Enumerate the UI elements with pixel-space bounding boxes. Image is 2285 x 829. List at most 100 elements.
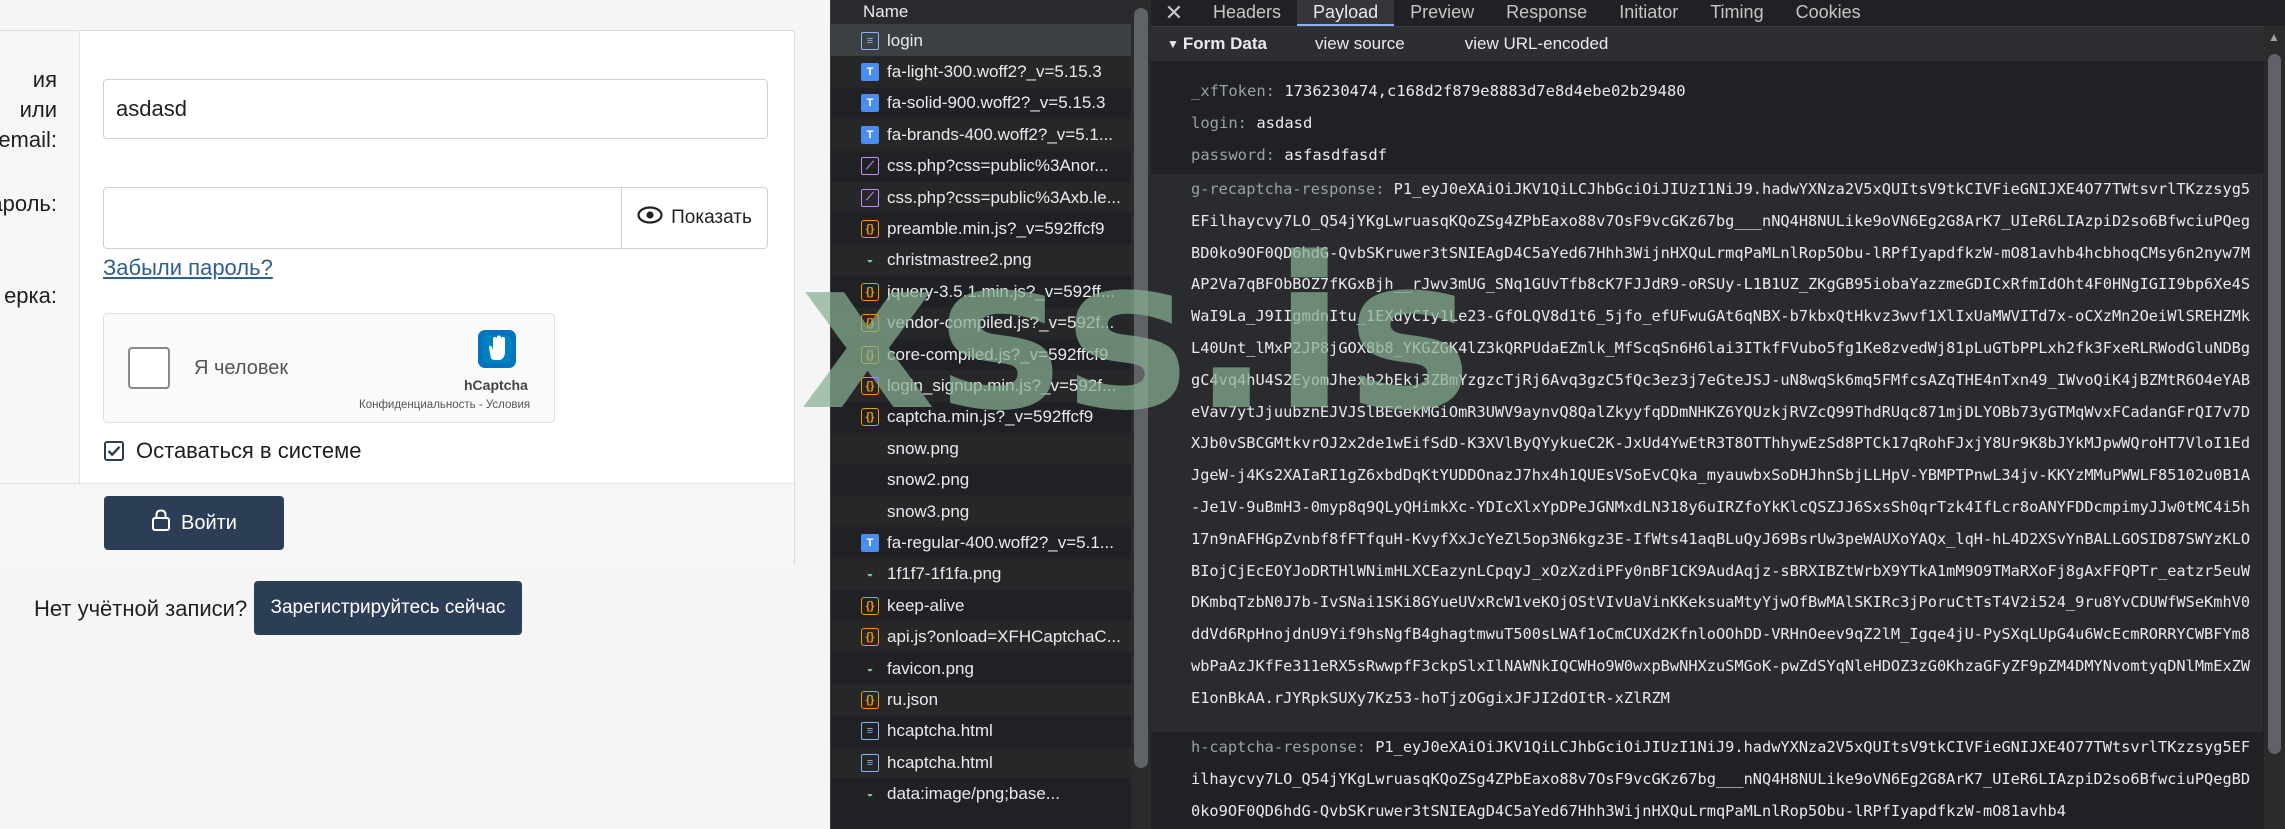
tab-response[interactable]: Response — [1490, 0, 1603, 26]
field-value: asfasdfasdf — [1284, 146, 1387, 164]
payload-scrollbar[interactable]: ▲ — [2264, 26, 2285, 829]
login-button-label: Войти — [181, 511, 237, 534]
request-row[interactable]: {} ru.json — [831, 684, 1131, 716]
password-input[interactable] — [104, 188, 648, 248]
captcha-label: ерка: — [4, 283, 57, 308]
tab-initiator[interactable]: Initiator — [1603, 0, 1694, 26]
request-name: fa-solid-900.woff2?_v=5.15.3 — [887, 93, 1106, 113]
request-row[interactable]: Tfa-brands-400.woff2?_v=5.1... — [831, 119, 1131, 151]
request-row[interactable]: ≡ hcaptcha.html — [831, 716, 1131, 747]
blank-icon — [861, 471, 879, 489]
request-row[interactable]: ≡ hcaptcha.html — [831, 746, 1131, 779]
request-row[interactable]: Tfa-solid-900.woff2?_v=5.15.3 — [831, 88, 1131, 119]
form-data-header[interactable]: ▼ Form Data view source view URL-encoded — [1151, 27, 2285, 61]
remember-me-checkbox[interactable]: Оставаться в системе — [104, 438, 361, 464]
request-list-scrollbar[interactable] — [1131, 0, 1151, 829]
request-name: hcaptcha.html — [887, 752, 993, 772]
request-row[interactable]: {} captcha.min.js?_v=592ffcf9 — [831, 402, 1131, 433]
request-name: ru.json — [887, 689, 939, 709]
request-name: hcaptcha.html — [887, 721, 993, 741]
tab-payload[interactable]: Payload — [1297, 0, 1395, 26]
scrollbar-thumb[interactable] — [2268, 54, 2281, 754]
form-data-title: Form Data — [1182, 34, 1267, 53]
request-name: fa-brands-400.woff2?_v=5.1... — [887, 124, 1114, 144]
field-key: login: — [1191, 114, 1247, 132]
request-row[interactable]: {} api.js?onload=XFHCaptchaC... — [831, 621, 1131, 653]
blank-icon — [861, 440, 879, 458]
hcaptcha-brand: hCaptcha — [464, 377, 528, 393]
close-icon[interactable]: ✕ — [1151, 0, 1197, 26]
forgot-password-link[interactable]: Забыли пароль? — [103, 253, 273, 283]
request-row[interactable]: ◒ 1f1f7-1f1fa.png — [831, 558, 1131, 591]
request-name: christmastree2.png — [887, 250, 1032, 270]
script-icon: {} — [861, 282, 879, 301]
form-field-login: login: asdasd — [1191, 108, 1312, 140]
tab-timing[interactable]: Timing — [1694, 0, 1779, 26]
script-icon: {} — [861, 314, 879, 333]
font-icon: T — [861, 63, 879, 82]
request-name: vendor-compiled.js?_v=592f... — [887, 313, 1115, 333]
request-name: fa-regular-400.woff2?_v=5.1... — [887, 532, 1114, 552]
network-request-list: Name ≡ login Tfa-light-300.woff2?_v=5.15.3… — [830, 0, 1131, 829]
script-icon: {} — [861, 596, 879, 615]
request-row[interactable]: {} login_signup.min.js?_v=592f... — [831, 370, 1131, 402]
name-column-header[interactable]: Name — [831, 0, 1131, 25]
detail-tabs: ✕ Headers Payload Preview Response Initiator… — [1151, 0, 2285, 27]
collapse-triangle-icon: ▼ — [1167, 37, 1179, 51]
request-row[interactable]: {} vendor-compiled.js?_v=592f... — [831, 307, 1131, 339]
request-name: css.php?css=public%3Axb.le... — [887, 187, 1121, 207]
username-input[interactable] — [103, 79, 768, 139]
request-row[interactable]: snow3.png — [831, 495, 1131, 528]
request-name: snow3.png — [887, 501, 970, 521]
request-name: jquery-3.5.1.min.js?_v=592ff... — [887, 281, 1115, 301]
eye-icon — [637, 206, 663, 230]
captcha-checkbox[interactable] — [128, 347, 170, 389]
field-key: g-recaptcha-response: — [1191, 180, 1385, 198]
view-source-link[interactable]: view source — [1315, 34, 1405, 54]
font-icon: T — [861, 125, 879, 144]
stylesheet-icon: ⟋ — [861, 157, 879, 176]
request-row[interactable]: {} core-compiled.js?_v=592ffcf9 — [831, 339, 1131, 370]
field-value: asdasd — [1256, 114, 1313, 132]
request-row[interactable]: Tfa-regular-400.woff2?_v=5.1... — [831, 527, 1131, 558]
checkbox-checked-icon — [104, 441, 124, 461]
label-column: ия или email: ароль: ерка: — [0, 31, 80, 483]
tab-preview[interactable]: Preview — [1394, 0, 1490, 26]
captcha-checkbox-label: Я человек — [194, 357, 289, 379]
document-icon: ≡ — [861, 722, 879, 741]
request-name: data:image/png;base... — [887, 784, 1060, 804]
register-button[interactable]: Зарегистрируйтесь сейчас — [254, 581, 522, 635]
login-button[interactable]: Войти — [104, 496, 284, 550]
lock-icon — [151, 509, 171, 537]
request-row[interactable]: {} preamble.min.js?_v=592ffcf9 — [831, 213, 1131, 244]
view-url-encoded-link[interactable]: view URL-encoded — [1465, 34, 1609, 54]
request-name: snow2.png — [887, 470, 970, 490]
request-row[interactable]: ◒ favicon.png — [831, 653, 1131, 684]
document-icon: ≡ — [861, 31, 879, 50]
image-icon: ◒ — [866, 568, 874, 581]
show-password-button[interactable]: Показать — [621, 188, 767, 248]
request-row[interactable]: {} jquery-3.5.1.min.js?_v=592ff... — [831, 276, 1131, 307]
script-icon: {} — [861, 628, 879, 647]
request-row[interactable]: ⟋ css.php?css=public%3Axb.le... — [831, 181, 1131, 214]
request-row[interactable]: snow.png — [831, 433, 1131, 465]
script-icon: {} — [861, 345, 879, 364]
request-row[interactable]: Tfa-light-300.woff2?_v=5.15.3 — [831, 56, 1131, 88]
tab-headers[interactable]: Headers — [1197, 0, 1297, 26]
field-value: P1_eyJ0eXAiOiJKV1QiLCJhbGciOiJIUzI1NiJ9.… — [1191, 180, 2251, 707]
scroll-up-arrow-icon[interactable]: ▲ — [2268, 30, 2280, 44]
request-name: 1f1f7-1f1fa.png — [887, 564, 1002, 584]
request-row[interactable]: ◒ data:image/png;base... — [831, 778, 1131, 809]
request-row[interactable]: ◒ christmastree2.png — [831, 244, 1131, 277]
payload-panel: ✕ Headers Payload Preview Response Initiator… — [1151, 0, 2285, 829]
image-icon: ◒ — [866, 254, 874, 267]
hcaptcha-widget: Я человек hCaptcha Конфиденциальность - … — [103, 313, 555, 423]
request-row[interactable]: {} keep-alive — [831, 590, 1131, 621]
tab-cookies[interactable]: Cookies — [1780, 0, 1877, 26]
request-row[interactable]: ≡ login — [831, 25, 1131, 57]
request-row[interactable]: snow2.png — [831, 464, 1131, 495]
request-name: preamble.min.js?_v=592ffcf9 — [887, 219, 1105, 239]
scrollbar-thumb[interactable] — [1134, 8, 1148, 768]
request-row[interactable]: ⟋ css.php?css=public%3Anor... — [831, 151, 1131, 182]
hcaptcha-terms-link[interactable]: Конфиденциальность - Условия — [359, 399, 530, 411]
